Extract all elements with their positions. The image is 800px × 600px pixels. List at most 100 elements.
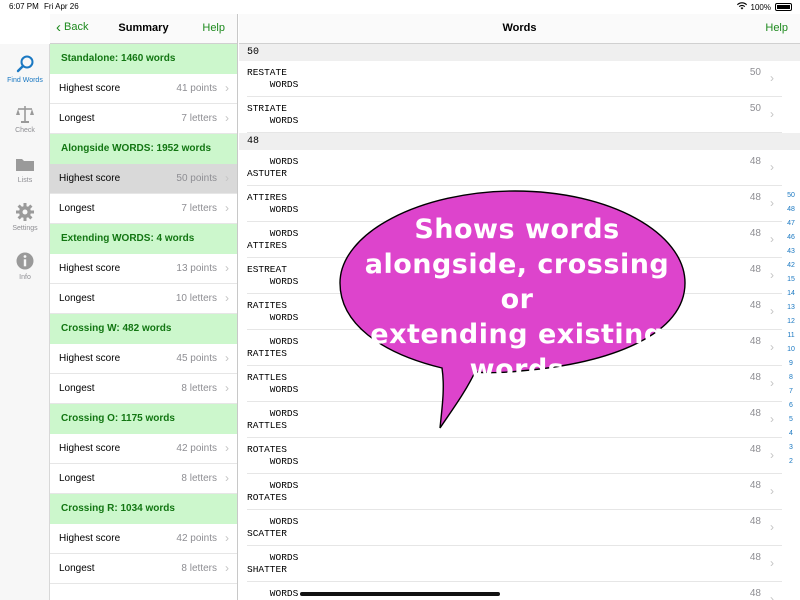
tab-info[interactable]: Info xyxy=(0,251,50,281)
index-entry[interactable]: 48 xyxy=(782,206,800,220)
word-line-1: ATTIRES xyxy=(247,192,287,203)
row-label: Longest xyxy=(59,113,95,124)
word-row[interactable]: ROTATES WORDS 48 › xyxy=(239,438,800,474)
index-entry[interactable]: 11 xyxy=(782,332,800,346)
summary-row-highest-score[interactable]: Highest score 50 points › xyxy=(50,164,237,194)
index-entry[interactable]: 5 xyxy=(782,416,800,430)
word-row[interactable]: WORDS ROTATES 48 › xyxy=(239,474,800,510)
word-row[interactable]: WORDSSMATTER48› xyxy=(239,582,800,600)
index-entry[interactable]: 50 xyxy=(782,192,800,206)
word-row[interactable]: RESTATE WORDS 50 › xyxy=(239,61,800,97)
row-label: Highest score xyxy=(59,263,121,274)
word-line-1: WORDS xyxy=(247,156,299,167)
index-entry[interactable]: 46 xyxy=(782,234,800,248)
tab-settings[interactable]: Settings xyxy=(0,202,50,232)
word-row[interactable]: WORDS SCATTER 48 › xyxy=(239,510,800,546)
index-entry[interactable]: 3 xyxy=(782,444,800,458)
word-row[interactable]: WORDS SHATTER 48 › xyxy=(239,546,800,582)
home-indicator[interactable] xyxy=(300,592,500,596)
chevron-right-icon: › xyxy=(770,232,774,246)
index-entry[interactable]: 2 xyxy=(782,458,800,472)
summary-row-longest[interactable]: Longest 8 letters › xyxy=(50,374,237,404)
summary-row-longest[interactable]: Longest 8 letters › xyxy=(50,554,237,584)
index-entry[interactable]: 9 xyxy=(782,360,800,374)
row-label: Highest score xyxy=(59,443,121,454)
section-index[interactable]: 50 48 47 46 43 42 15 14 13 12 11 10 9 8 7 6 5 4 3 2 xyxy=(782,192,800,472)
word-line-2: ROTATES xyxy=(247,492,287,503)
chevron-right-icon: › xyxy=(770,196,774,210)
summary-navbar: ‹ Back Summary Help xyxy=(50,14,237,44)
row-value: 8 letters xyxy=(181,563,217,574)
tab-label: Check xyxy=(15,127,35,134)
chevron-right-icon: › xyxy=(770,376,774,390)
word-score: 48 xyxy=(749,480,761,491)
index-entry[interactable]: 8 xyxy=(782,374,800,388)
word-line-2: SHATTER xyxy=(247,564,287,575)
index-entry[interactable]: 13 xyxy=(782,304,800,318)
wifi-icon xyxy=(736,2,747,12)
word-line-1: WORDS xyxy=(247,408,299,419)
summary-list: Standalone: 1460 words Highest score 41 p… xyxy=(50,44,237,584)
word-row[interactable]: STRIATE WORDS 50 › xyxy=(239,97,800,133)
section-header: Extending WORDS: 4 words xyxy=(50,224,237,254)
row-label: Highest score xyxy=(59,353,121,364)
word-score: 48 xyxy=(749,228,761,239)
index-entry[interactable]: 4 xyxy=(782,430,800,444)
chevron-right-icon: › xyxy=(225,291,229,305)
row-value: 13 points xyxy=(176,263,217,274)
index-entry[interactable]: 42 xyxy=(782,262,800,276)
index-entry[interactable]: 15 xyxy=(782,276,800,290)
index-entry[interactable]: 10 xyxy=(782,346,800,360)
help-button[interactable]: Help xyxy=(765,22,788,34)
chevron-right-icon: › xyxy=(770,520,774,534)
chevron-right-icon: › xyxy=(225,531,229,545)
status-right: 100% xyxy=(736,2,792,12)
summary-row-longest[interactable]: Longest 7 letters › xyxy=(50,194,237,224)
callout-line: extending existing xyxy=(370,319,664,350)
word-line-1: WORDS xyxy=(247,552,299,563)
row-value: 7 letters xyxy=(181,203,217,214)
summary-row-highest-score[interactable]: Highest score 13 points › xyxy=(50,254,237,284)
status-time: 6:07 PM xyxy=(9,2,39,11)
chevron-right-icon: › xyxy=(225,351,229,365)
section-header: Crossing W: 482 words xyxy=(50,314,237,344)
status-bar: 6:07 PM Fri Apr 26 100% xyxy=(0,0,800,14)
summary-row-highest-score[interactable]: Highest score 42 points › xyxy=(50,434,237,464)
index-entry[interactable]: 12 xyxy=(782,318,800,332)
scales-icon xyxy=(16,106,34,123)
help-button[interactable]: Help xyxy=(202,22,225,34)
summary-row-highest-score[interactable]: Highest score 45 points › xyxy=(50,344,237,374)
words-navbar: Words Help xyxy=(239,14,800,44)
word-line-2: ATTIRES xyxy=(247,240,287,251)
tab-check[interactable]: Check xyxy=(0,104,50,134)
summary-row-highest-score[interactable]: Highest score 41 points › xyxy=(50,74,237,104)
index-entry[interactable]: 43 xyxy=(782,248,800,262)
tab-label: Lists xyxy=(17,177,33,184)
chevron-right-icon: › xyxy=(770,448,774,462)
tab-find-words[interactable]: Find Words xyxy=(0,54,50,84)
words-title: Words xyxy=(502,22,537,34)
row-value: 10 letters xyxy=(175,293,217,304)
summary-row-longest[interactable]: Longest 8 letters › xyxy=(50,464,237,494)
word-line-1: RESTATE xyxy=(247,67,287,78)
summary-row-highest-score[interactable]: Highest score 42 points › xyxy=(50,524,237,554)
word-row[interactable]: WORDS ASTUTER 48 › xyxy=(239,150,800,186)
word-score: 48 xyxy=(749,264,761,275)
chevron-right-icon: › xyxy=(225,111,229,125)
index-entry[interactable]: 6 xyxy=(782,402,800,416)
summary-row-longest[interactable]: Longest 10 letters › xyxy=(50,284,237,314)
index-entry[interactable]: 7 xyxy=(782,388,800,402)
word-line-2: RATTLES xyxy=(247,420,287,431)
summary-row-longest[interactable]: Longest 7 letters › xyxy=(50,104,237,134)
chevron-right-icon: › xyxy=(225,561,229,575)
word-line-2: WORDS xyxy=(247,456,299,467)
chevron-right-icon: › xyxy=(770,160,774,174)
chevron-right-icon: › xyxy=(770,592,774,600)
index-entry[interactable]: 47 xyxy=(782,220,800,234)
score-group-header: 48 xyxy=(239,133,800,150)
word-line-2: WORDS xyxy=(247,312,299,323)
index-entry[interactable]: 14 xyxy=(782,290,800,304)
tab-lists[interactable]: Lists xyxy=(0,154,50,184)
word-line-2: WORDS xyxy=(247,204,299,215)
word-line-1: STRIATE xyxy=(247,103,287,114)
